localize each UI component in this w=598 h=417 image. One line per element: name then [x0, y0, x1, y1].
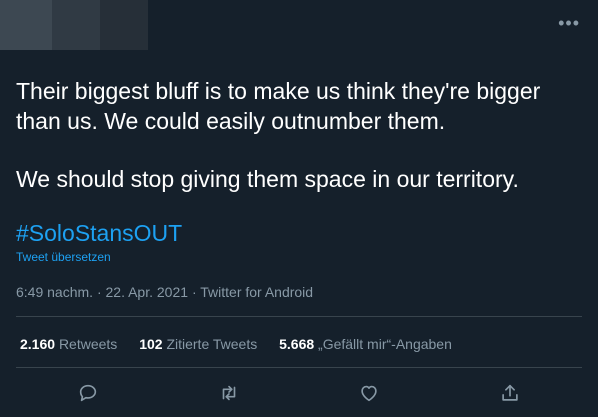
- blurred-avatar: [0, 0, 52, 50]
- tweet-date[interactable]: 22. Apr. 2021: [106, 284, 189, 300]
- retweets-stat[interactable]: 2.160 Retweets: [20, 335, 117, 353]
- retweet-icon[interactable]: [218, 382, 240, 404]
- retweets-count: 2.160: [20, 336, 56, 352]
- tweet-time[interactable]: 6:49 nachm.: [16, 284, 93, 300]
- share-icon[interactable]: [499, 382, 521, 404]
- likes-label: „Gefällt mir“-Angaben: [318, 336, 452, 352]
- divider: [16, 367, 582, 368]
- reply-icon[interactable]: [77, 382, 99, 404]
- retweets-label: Retweets: [58, 336, 118, 352]
- quotes-count: 102: [139, 336, 163, 352]
- tweet-header: •••: [0, 0, 598, 60]
- blurred-username: [52, 0, 100, 50]
- tweet-paragraph: Their biggest bluff is to make us think …: [16, 78, 541, 134]
- engagement-stats: 2.160 Retweets 102 Zitierte Tweets 5.668…: [20, 335, 470, 353]
- tweet-paragraph: We should stop giving them space in our …: [16, 166, 519, 192]
- divider: [16, 316, 582, 317]
- tweet-source[interactable]: Twitter for Android: [200, 284, 313, 300]
- translate-tweet-link[interactable]: Tweet übersetzen: [16, 250, 111, 265]
- tweet-actions: [0, 370, 598, 417]
- quote-tweets-stat[interactable]: 102 Zitierte Tweets: [139, 335, 257, 353]
- blurred-handle: [100, 0, 148, 50]
- more-icon[interactable]: •••: [558, 14, 580, 32]
- separator: ·: [96, 284, 102, 300]
- hashtag-link[interactable]: #SoloStansOUT: [16, 218, 182, 248]
- tweet-metadata: 6:49 nachm. · 22. Apr. 2021 · Twitter fo…: [16, 283, 313, 301]
- tweet-body: Their biggest bluff is to make us think …: [16, 76, 582, 194]
- separator: ·: [191, 284, 197, 300]
- quotes-label: Zitierte Tweets: [166, 336, 258, 352]
- likes-stat[interactable]: 5.668 „Gefällt mir“-Angaben: [279, 335, 452, 353]
- heart-icon[interactable]: [358, 382, 380, 404]
- likes-count: 5.668: [279, 336, 315, 352]
